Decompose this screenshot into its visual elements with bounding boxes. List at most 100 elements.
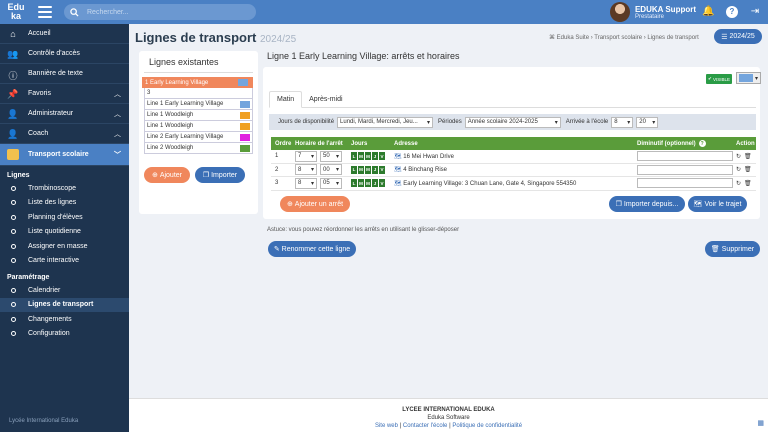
period-select[interactable]: Année scolaire 2024-2025 ▾ (464, 116, 561, 128)
reset-icon[interactable]: ↻ (736, 180, 741, 187)
table-row[interactable]: 3 8 ▾ 05 ▾ L M M J V 🗺 Early Learning Village: 3 C… (271, 177, 756, 191)
line-item[interactable]: 1 Early Learning Village (142, 77, 253, 88)
footer-link-website[interactable]: Site web (375, 423, 398, 429)
sidebar-sub-trombinoscope[interactable]: Trombinoscope (0, 181, 129, 196)
day-toggle[interactable]: J (372, 165, 378, 174)
table-row[interactable]: 2 8 ▾ 00 ▾ L M M J V 🗺 4 Binchang Rise ↻ 🗑 (271, 164, 756, 177)
sidebar-sub-planning[interactable]: Planning d'élèves (0, 210, 129, 225)
stop-hour-select[interactable]: 8 ▾ (295, 164, 317, 176)
line-item[interactable]: Line 1 Early Learning Village (144, 99, 253, 110)
stop-hour-select[interactable]: 7 ▾ (295, 150, 317, 162)
sidebar-item-label: Favoris (28, 90, 51, 97)
table-row[interactable]: 1 7 ▾ 50 ▾ L M M J V 🗺 16 Mei Hwan Drive ↻ 🗑 (271, 150, 756, 164)
help-icon[interactable]: ? (726, 6, 738, 18)
line-color-select[interactable]: ▾ (736, 72, 761, 84)
line-color-swatch (240, 111, 250, 119)
caret-down-icon: ▾ (755, 75, 759, 82)
tab-apres-midi[interactable]: Après-midi (302, 91, 349, 107)
stop-short-name-input[interactable] (637, 178, 733, 189)
trash-icon[interactable]: 🗑 (744, 180, 752, 187)
sidebar-sub-liste-quotidienne[interactable]: Liste quotidienne (0, 225, 129, 240)
line-color-swatch (240, 100, 250, 108)
day-toggle[interactable]: M (358, 179, 364, 188)
days-select[interactable]: Lundi, Mardi, Mercredi, Jeu... ▾ (337, 116, 434, 128)
line-item[interactable]: Line 1 Woodleigh (144, 121, 253, 132)
arrival-minute: 20 (639, 119, 646, 125)
line-item[interactable]: Line 1 Woodleigh (144, 110, 253, 121)
sidebar-sub-changements[interactable]: Changements (0, 312, 129, 327)
sidebar-item-banniere[interactable]: ⓘ Bannière de texte (0, 64, 129, 84)
import-from-label: Importer depuis... (623, 200, 679, 208)
footer-link-privacy[interactable]: Politique de confidentialité (452, 423, 522, 429)
sidebar-item-transport[interactable]: Transport scolaire ﹀ (0, 144, 129, 166)
sidebar-sub-lignes-transport[interactable]: Lignes de transport (0, 297, 129, 312)
sidebar-item-favoris[interactable]: 📌 Favoris ︿ (0, 84, 129, 104)
calculator-icon[interactable]: ▦ (757, 420, 764, 428)
visible-badge[interactable]: ✔ VISIBLE (706, 74, 732, 84)
footer-link-contact[interactable]: Contacter l'école (403, 423, 448, 429)
day-toggle[interactable]: J (372, 152, 378, 161)
eduka-logo[interactable]: Edu ka (2, 0, 30, 24)
sidebar-sub-liste-lignes[interactable]: Liste des lignes (0, 196, 129, 211)
stop-minute-select[interactable]: 00 ▾ (320, 164, 342, 176)
trash-icon[interactable]: 🗑 (744, 153, 752, 160)
days-value: Lundi, Mardi, Mercredi, Jeu... (340, 119, 418, 125)
col-action: Action (736, 140, 755, 147)
trash-icon[interactable]: 🗑 (744, 166, 752, 173)
import-button[interactable]: ❐ Importer (195, 167, 245, 183)
sidebar-item-controle-acces[interactable]: 👥 Contrôle d'accès (0, 44, 129, 64)
day-toggle[interactable]: M (365, 165, 371, 174)
rename-line-button[interactable]: ✎ Renommer cette ligne (268, 241, 356, 257)
sidebar-sub-calendrier[interactable]: Calendrier (0, 283, 129, 298)
add-stop-button[interactable]: ⊕ Ajouter un arrêt (280, 196, 350, 212)
stop-short-name-input[interactable] (637, 164, 733, 175)
day-toggle[interactable]: L (351, 179, 357, 188)
reset-icon[interactable]: ↻ (736, 166, 741, 173)
add-line-button[interactable]: ⊕ Ajouter (144, 167, 190, 183)
sidebar-item-coach[interactable]: 👤 Coach ︿ (0, 124, 129, 144)
day-toggle[interactable]: V (379, 152, 385, 161)
sidebar-sub-carte[interactable]: Carte interactive (0, 254, 129, 269)
stop-short-name-input[interactable] (637, 151, 733, 162)
hamburger-menu-icon[interactable] (38, 6, 52, 18)
stop-minute-select[interactable]: 50 ▾ (320, 150, 342, 162)
see-route-button[interactable]: 🗺 Voir le trajet (688, 196, 747, 212)
day-toggle[interactable]: M (365, 179, 371, 188)
delete-line-button[interactable]: 🗑 Supprimer (705, 241, 760, 257)
day-toggle[interactable]: M (358, 165, 364, 174)
day-toggle[interactable]: L (351, 152, 357, 161)
day-toggle[interactable]: M (365, 152, 371, 161)
help-icon[interactable]: ? (698, 140, 706, 147)
table-header: Ordre Horaire de l'arrêt Jours Adresse D… (271, 137, 756, 150)
day-toggle[interactable]: M (358, 152, 364, 161)
stop-minute-select[interactable]: 05 ▾ (320, 177, 342, 189)
import-from-button[interactable]: ❐ Importer depuis... (609, 196, 685, 212)
reset-icon[interactable]: ↻ (736, 153, 741, 160)
line-item[interactable]: Line 2 Woodleigh (144, 143, 253, 154)
day-toggle[interactable]: J (372, 179, 378, 188)
arrival-hour-select[interactable]: 8 ▾ (611, 116, 634, 128)
tab-matin[interactable]: Matin (269, 91, 303, 108)
search-input[interactable]: Rechercher... (64, 4, 256, 20)
day-toggle[interactable]: L (351, 165, 357, 174)
day-toggle[interactable]: V (379, 165, 385, 174)
sidebar-item-administrateur[interactable]: 👤 Administrateur ︿ (0, 104, 129, 124)
year-button[interactable]: ☰ 2024/25 (714, 29, 762, 44)
day-toggle[interactable]: V (379, 179, 385, 188)
sidebar-item-accueil[interactable]: ⌂ Accueil (0, 24, 129, 44)
sidebar-sub-configuration[interactable]: Configuration (0, 327, 129, 342)
line-item[interactable]: 3 (144, 88, 253, 99)
user-menu[interactable]: EDUKA Support Prestataire (609, 2, 696, 22)
arrival-minute-select[interactable]: 20 ▾ (636, 116, 659, 128)
sidebar-sub-assigner[interactable]: Assigner en masse (0, 239, 129, 254)
map-icon: 🗺 (394, 167, 404, 174)
line-item[interactable]: Line 2 Early Learning Village (144, 132, 253, 143)
stop-hour-select[interactable]: 8 ▾ (295, 177, 317, 189)
footer-vendor: Eduka Software (427, 415, 470, 421)
bell-icon[interactable]: 🔔 (702, 6, 714, 18)
stop-address: Early Learning Village: 3 Chuan Lane, Ga… (403, 180, 577, 187)
caret-down-icon: ▾ (554, 119, 558, 126)
logout-icon[interactable]: ⇥ (749, 6, 761, 18)
tip-text: Astuce: vous pouvez réordonner les arrêt… (267, 227, 460, 233)
col-diminutif: Diminutif (optionnel) (637, 140, 696, 147)
